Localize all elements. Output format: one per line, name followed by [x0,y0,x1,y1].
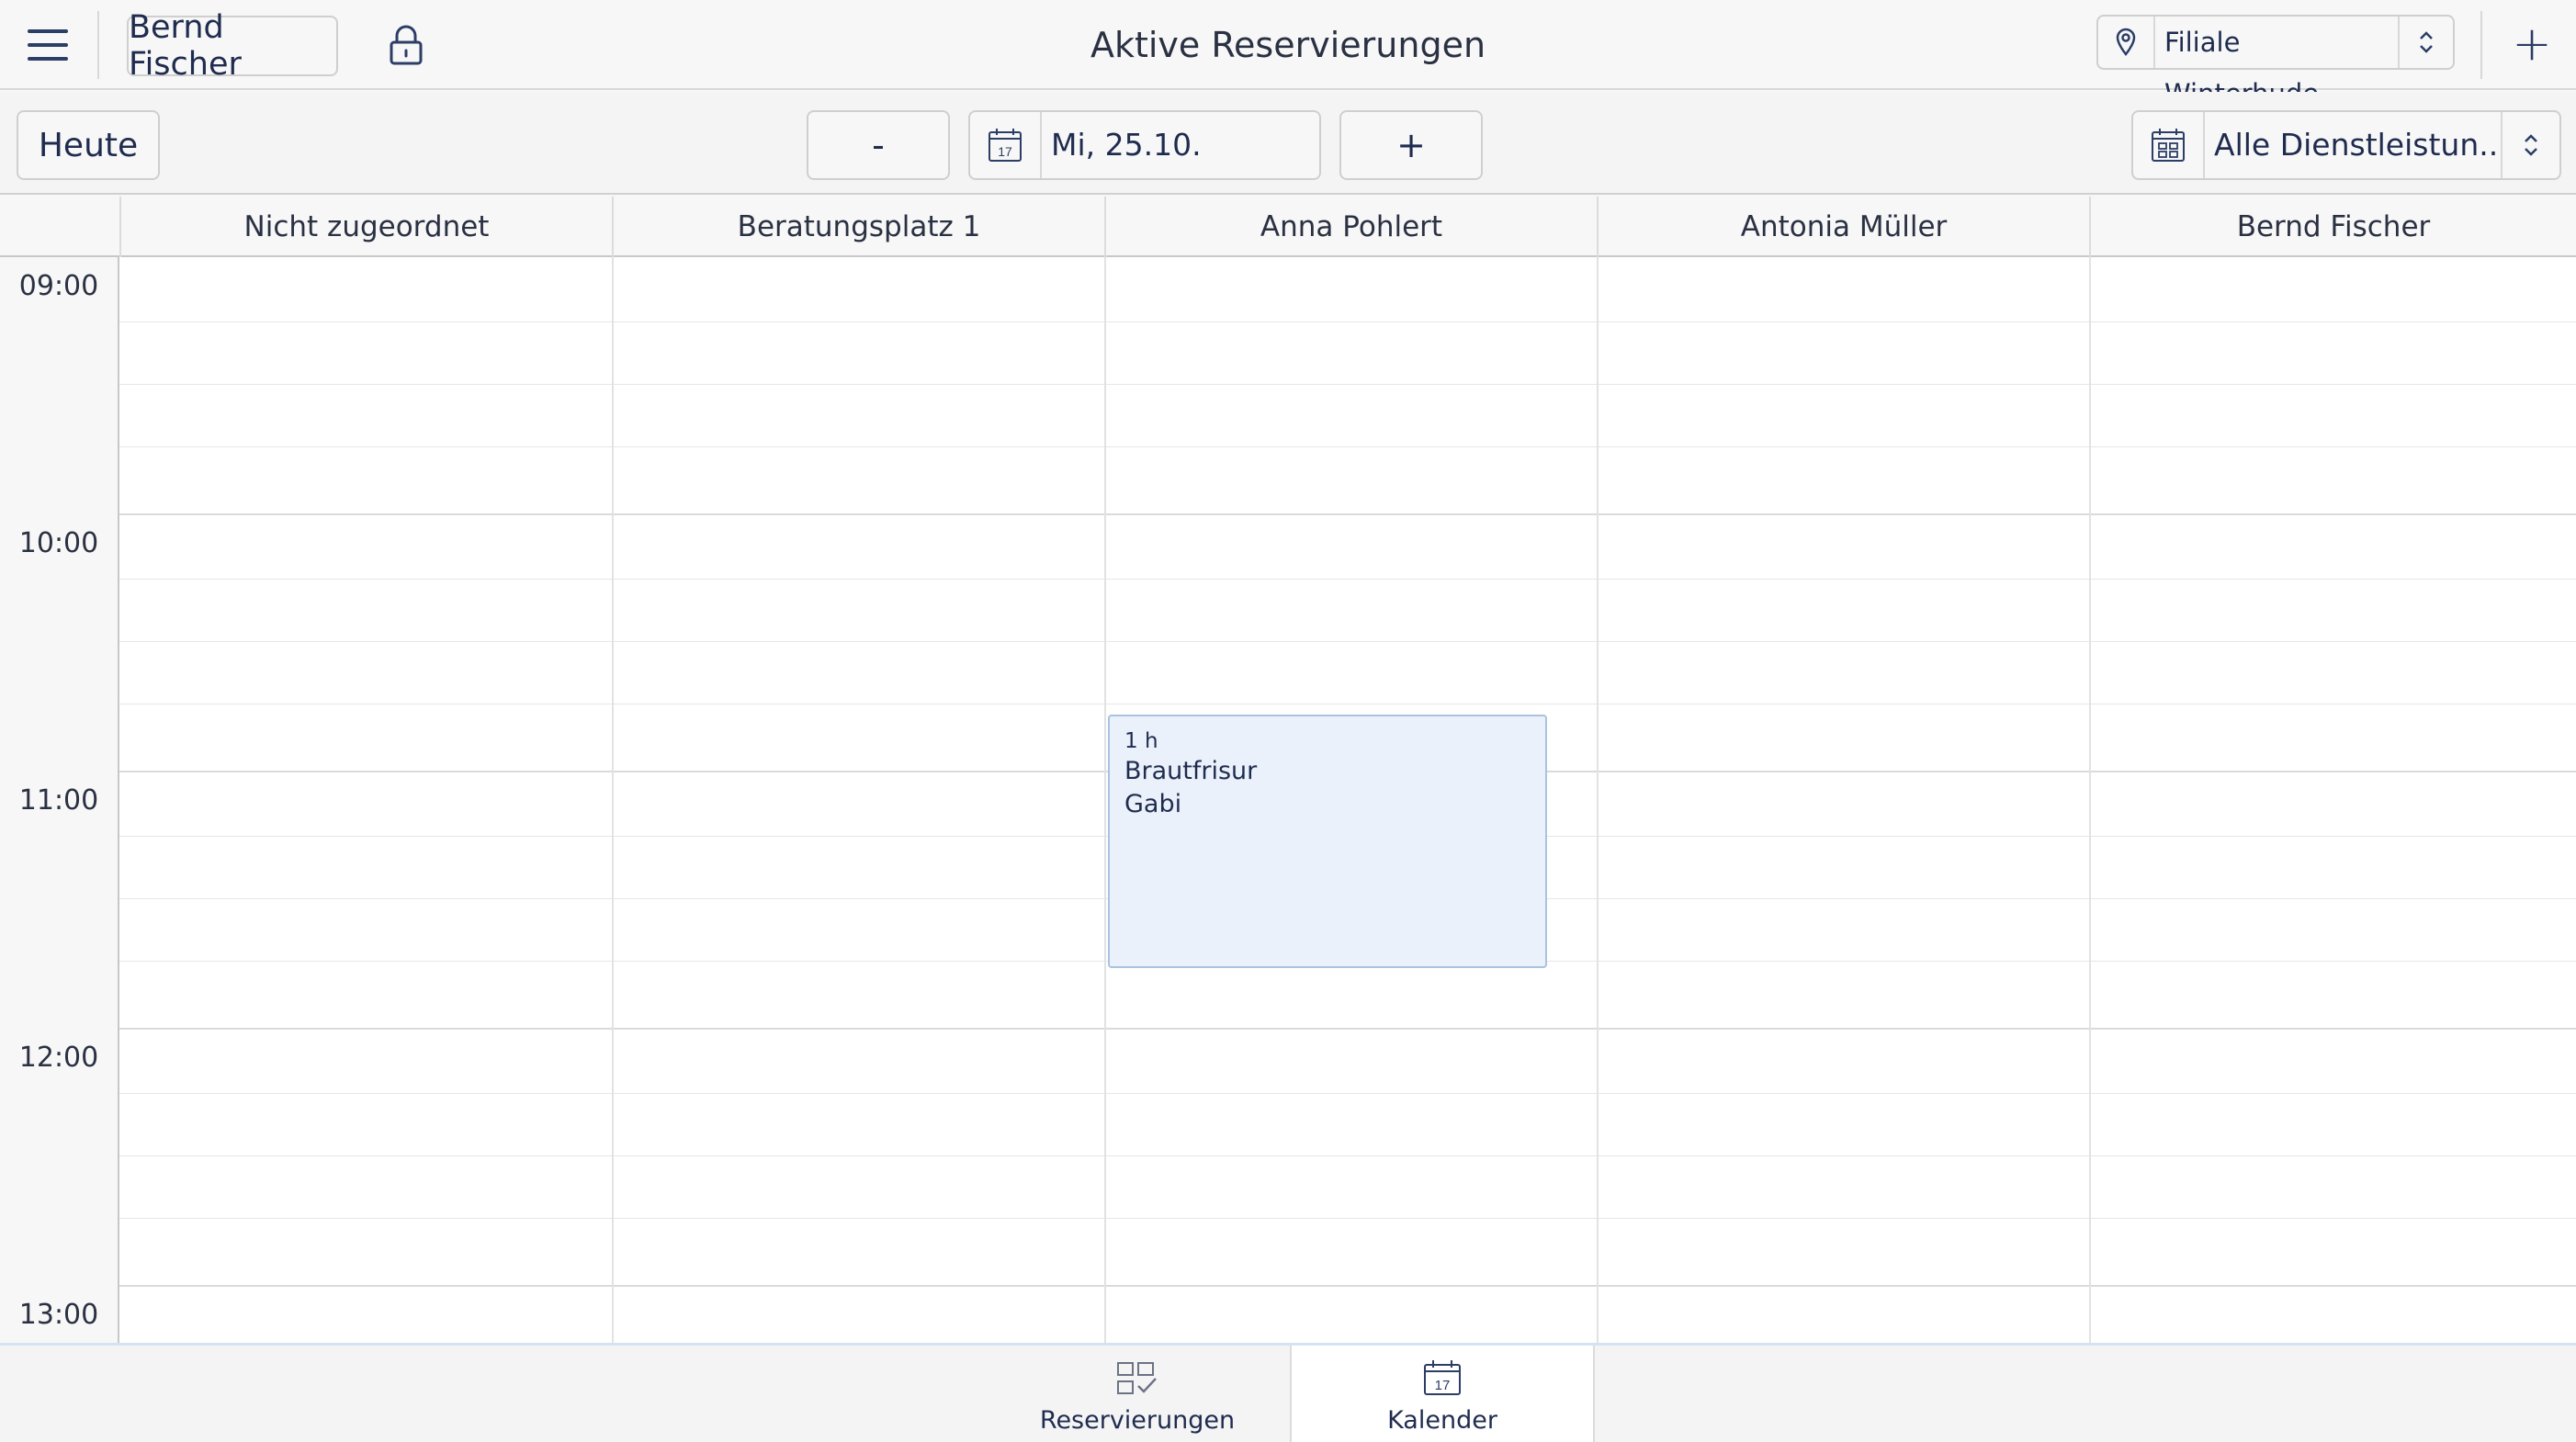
location-pin-icon [2098,17,2155,68]
time-label: 13:00 [18,1299,99,1331]
tab-reservations[interactable]: Reservierungen [985,1346,1290,1442]
time-label: 11:00 [18,784,99,817]
column-header: Beratungsplatz 1 [612,197,1104,257]
time-label: 12:00 [18,1042,99,1074]
bottom-tab-bar: Reservierungen 17 Kalender [0,1343,2576,1442]
menu-icon[interactable] [28,29,68,61]
appointment-duration: 1 h [1124,729,1158,753]
appointment-customer: Gabi [1124,790,1182,818]
date-field[interactable]: 17 Mi, 25.10. [968,110,1321,180]
calendar-icon: 17 [1424,1360,1461,1395]
service-filter-select[interactable]: Alle Dienstleistun... [2131,110,2561,180]
calendar-icon-day: 17 [998,144,1012,159]
divider [2480,11,2482,79]
appointment-service: Brautfrisur [1124,757,1258,785]
calendar-icon-day: 17 [1435,1378,1451,1393]
column-header: Antonia Müller [1597,197,2089,257]
appointment-card[interactable]: 1 h Brautfrisur Gabi [1108,715,1547,968]
column-header: Nicht zugeordnet [119,197,612,257]
calendar-icon: 17 [970,112,1042,178]
tab-label: Reservierungen [1039,1406,1236,1435]
location-value: Filiale Winterhude [2164,27,2319,109]
location-select[interactable]: Filiale Winterhude [2096,15,2455,109]
reservations-icon [1117,1362,1157,1394]
time-label: 09:00 [18,270,99,302]
today-button[interactable]: Heute [17,110,160,180]
toolbar: Heute - 17 Mi, 25.10. + Alle Dienstleist… [0,92,2576,195]
tab-label: Kalender [1387,1406,1497,1435]
lock-icon[interactable] [388,24,424,66]
column-header: Bernd Fischer [2089,197,2576,257]
previous-day-button[interactable]: - [807,110,950,180]
top-bar: Bernd Fischer Aktive Reservierungen Fili… [0,0,2576,109]
service-filter-value: Alle Dienstleistun... [2214,127,2501,163]
chevron-updown-icon [2398,17,2453,68]
chevron-updown-icon [2501,112,2559,178]
user-button[interactable]: Bernd Fischer [127,9,338,83]
time-label: 10:00 [18,527,99,559]
calendar-grid-icon [2133,112,2205,178]
tab-calendar[interactable]: 17 Kalender [1290,1346,1595,1442]
date-value: Mi, 25.10. [1051,127,1202,163]
column-header-row: Nicht zugeordnet Beratungsplatz 1 Anna P… [0,197,2576,257]
plus-icon[interactable]: + [2506,18,2558,70]
column-header: Anna Pohlert [1104,197,1597,257]
calendar-grid: Nicht zugeordnet Beratungsplatz 1 Anna P… [0,197,2576,1343]
divider [97,11,99,79]
next-day-button[interactable]: + [1339,110,1483,180]
time-gutter: 09:00 10:00 11:00 12:00 13:00 [0,257,119,1343]
